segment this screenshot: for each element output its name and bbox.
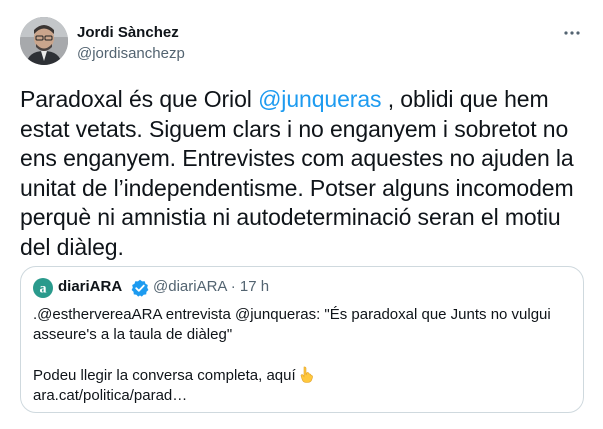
tweet-text-part: , oblidi que hem estat vetats. Siguem cl… bbox=[20, 86, 574, 260]
author-avatar[interactable] bbox=[20, 17, 68, 65]
author-name[interactable]: Jordi Sànchez bbox=[77, 24, 179, 41]
article-link[interactable]: ara.cat/politica/parad… bbox=[33, 386, 187, 406]
author-handle[interactable]: @jordisanchezp bbox=[77, 45, 185, 62]
verified-badge-icon bbox=[131, 279, 149, 297]
mention-link[interactable]: @junqueras bbox=[258, 86, 381, 112]
tweet: Jordi Sànchez @jordisanchezp Paradoxal é… bbox=[0, 0, 603, 429]
tweet-text-part: Paradoxal és que Oriol bbox=[20, 86, 259, 112]
quoted-tweet-card[interactable]: a diariARA @diariARA · 17 h .@esthervere… bbox=[20, 266, 584, 413]
quoted-text: .@esthervereaARA entrevista @junqueras: … bbox=[33, 306, 551, 343]
pointing-down-hand-icon bbox=[298, 366, 315, 389]
quoted-handle-time: @diariARA · 17 h bbox=[153, 278, 270, 295]
quoted-author-name[interactable]: diariARA bbox=[58, 278, 122, 295]
quoted-text-continue: Podeu llegir la conversa completa, aquí bbox=[33, 367, 296, 384]
tweet-text: Paradoxal és que Oriol @junqueras , obli… bbox=[20, 85, 595, 262]
more-dots-icon bbox=[564, 31, 580, 35]
diariara-logo-icon[interactable]: a bbox=[33, 278, 53, 298]
svg-text:a: a bbox=[40, 282, 47, 297]
more-options-button[interactable] bbox=[559, 22, 585, 44]
